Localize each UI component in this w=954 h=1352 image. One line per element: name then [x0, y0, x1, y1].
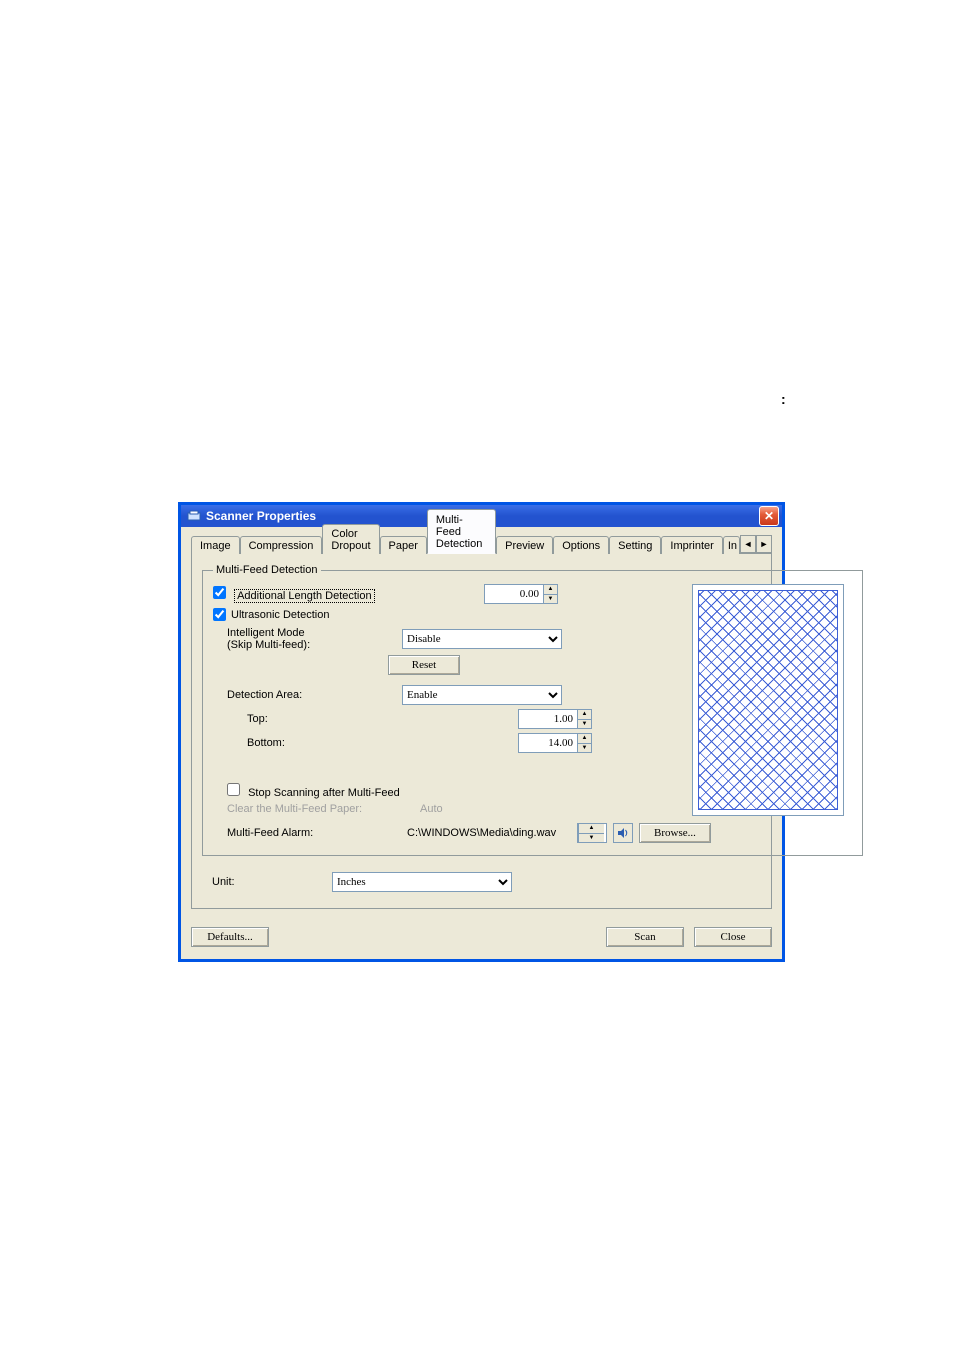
tab-scroll-buttons: ◄ ►	[740, 535, 772, 553]
close-action-button[interactable]: Close	[694, 927, 772, 947]
spinner-up-icon[interactable]: ▲	[577, 710, 591, 720]
tab-label: In	[728, 540, 737, 552]
tab-scroll-left[interactable]: ◄	[740, 535, 756, 553]
spinner-down-icon[interactable]: ▼	[578, 834, 604, 843]
stop-scanning-checkbox[interactable]	[227, 783, 240, 796]
bottom-label: Bottom:	[247, 737, 285, 749]
close-icon: ✕	[764, 510, 774, 522]
tab-truncated[interactable]: In	[723, 536, 740, 554]
unit-combo[interactable]: Inches	[332, 872, 512, 892]
reset-button[interactable]: Reset	[388, 655, 460, 675]
tab-setting[interactable]: Setting	[609, 536, 661, 554]
tab-label: Setting	[618, 540, 652, 552]
tab-preview[interactable]: Preview	[496, 536, 553, 554]
additional-length-input[interactable]	[485, 585, 543, 603]
stop-scanning-label: Stop Scanning after Multi-Feed	[248, 787, 400, 799]
alarm-path-text: C:\WINDOWS\Media\ding.wav	[407, 827, 577, 839]
intelligent-mode-combo[interactable]: Disable	[402, 629, 562, 649]
spinner-down-icon[interactable]: ▼	[543, 595, 557, 604]
tab-label: Preview	[505, 540, 544, 552]
close-button[interactable]: ✕	[759, 506, 779, 526]
alarm-label: Multi-Feed Alarm:	[227, 827, 313, 839]
spinner-up-icon[interactable]: ▲	[543, 585, 557, 595]
clear-paper-label: Clear the Multi-Feed Paper:	[227, 803, 362, 815]
tab-options[interactable]: Options	[553, 536, 609, 554]
tab-label: Options	[562, 540, 600, 552]
unit-label: Unit:	[212, 876, 235, 888]
preview-area	[692, 584, 844, 816]
tab-color-dropout[interactable]: Color Dropout	[322, 524, 379, 554]
speaker-icon[interactable]	[613, 823, 633, 843]
tab-compression[interactable]: Compression	[240, 536, 323, 554]
alarm-volume-spinner[interactable]: ▲▼	[577, 823, 607, 843]
detection-area-label: Detection Area:	[227, 689, 302, 701]
app-icon	[186, 508, 202, 524]
tab-label: Imprinter	[670, 540, 713, 552]
top-spinner[interactable]: ▲▼	[518, 709, 592, 729]
detection-area-combo[interactable]: Enable	[402, 685, 562, 705]
defaults-button[interactable]: Defaults...	[191, 927, 269, 947]
stray-colon-text: :	[781, 391, 786, 407]
tab-label: Compression	[249, 540, 314, 552]
clear-paper-value: Auto	[420, 803, 443, 815]
tab-imprinter[interactable]: Imprinter	[661, 536, 722, 554]
tab-panel-multi-feed: Multi-Feed Detection Additional Length D…	[191, 554, 772, 909]
bottom-input[interactable]	[519, 734, 577, 752]
preview-crosshatch	[698, 590, 838, 810]
ultrasonic-label: Ultrasonic Detection	[231, 609, 329, 621]
tab-label: Multi-Feed Detection	[436, 514, 482, 550]
tab-multi-feed-detection[interactable]: Multi-Feed Detection	[427, 509, 496, 554]
bottom-spinner[interactable]: ▲▼	[518, 733, 592, 753]
scanner-properties-window: Scanner Properties ✕ Image Compression C…	[178, 502, 785, 962]
additional-length-label: Additional Length Detection	[234, 589, 375, 603]
intelligent-mode-label: Intelligent Mode	[227, 627, 305, 639]
group-legend: Multi-Feed Detection	[213, 564, 321, 576]
tab-label: Image	[200, 540, 231, 552]
spinner-up-icon[interactable]: ▲	[578, 824, 604, 834]
tab-label: Paper	[389, 540, 418, 552]
multi-feed-detection-group: Multi-Feed Detection Additional Length D…	[202, 564, 863, 856]
browse-button[interactable]: Browse...	[639, 823, 711, 843]
spinner-down-icon[interactable]: ▼	[577, 720, 591, 729]
tab-paper[interactable]: Paper	[380, 536, 427, 554]
tab-strip: Image Compression Color Dropout Paper Mu…	[191, 533, 772, 554]
ultrasonic-checkbox[interactable]	[213, 608, 226, 621]
top-label: Top:	[247, 713, 268, 725]
tab-image[interactable]: Image	[191, 536, 240, 554]
spinner-up-icon[interactable]: ▲	[577, 734, 591, 744]
additional-length-checkbox[interactable]	[213, 586, 226, 599]
tab-label: Color Dropout	[331, 528, 370, 552]
additional-length-spinner[interactable]: ▲▼	[484, 584, 558, 604]
spinner-down-icon[interactable]: ▼	[577, 744, 591, 753]
top-input[interactable]	[519, 710, 577, 728]
tab-scroll-right[interactable]: ►	[756, 535, 772, 553]
intelligent-mode-label2: (Skip Multi-feed):	[227, 639, 310, 651]
scan-button[interactable]: Scan	[606, 927, 684, 947]
